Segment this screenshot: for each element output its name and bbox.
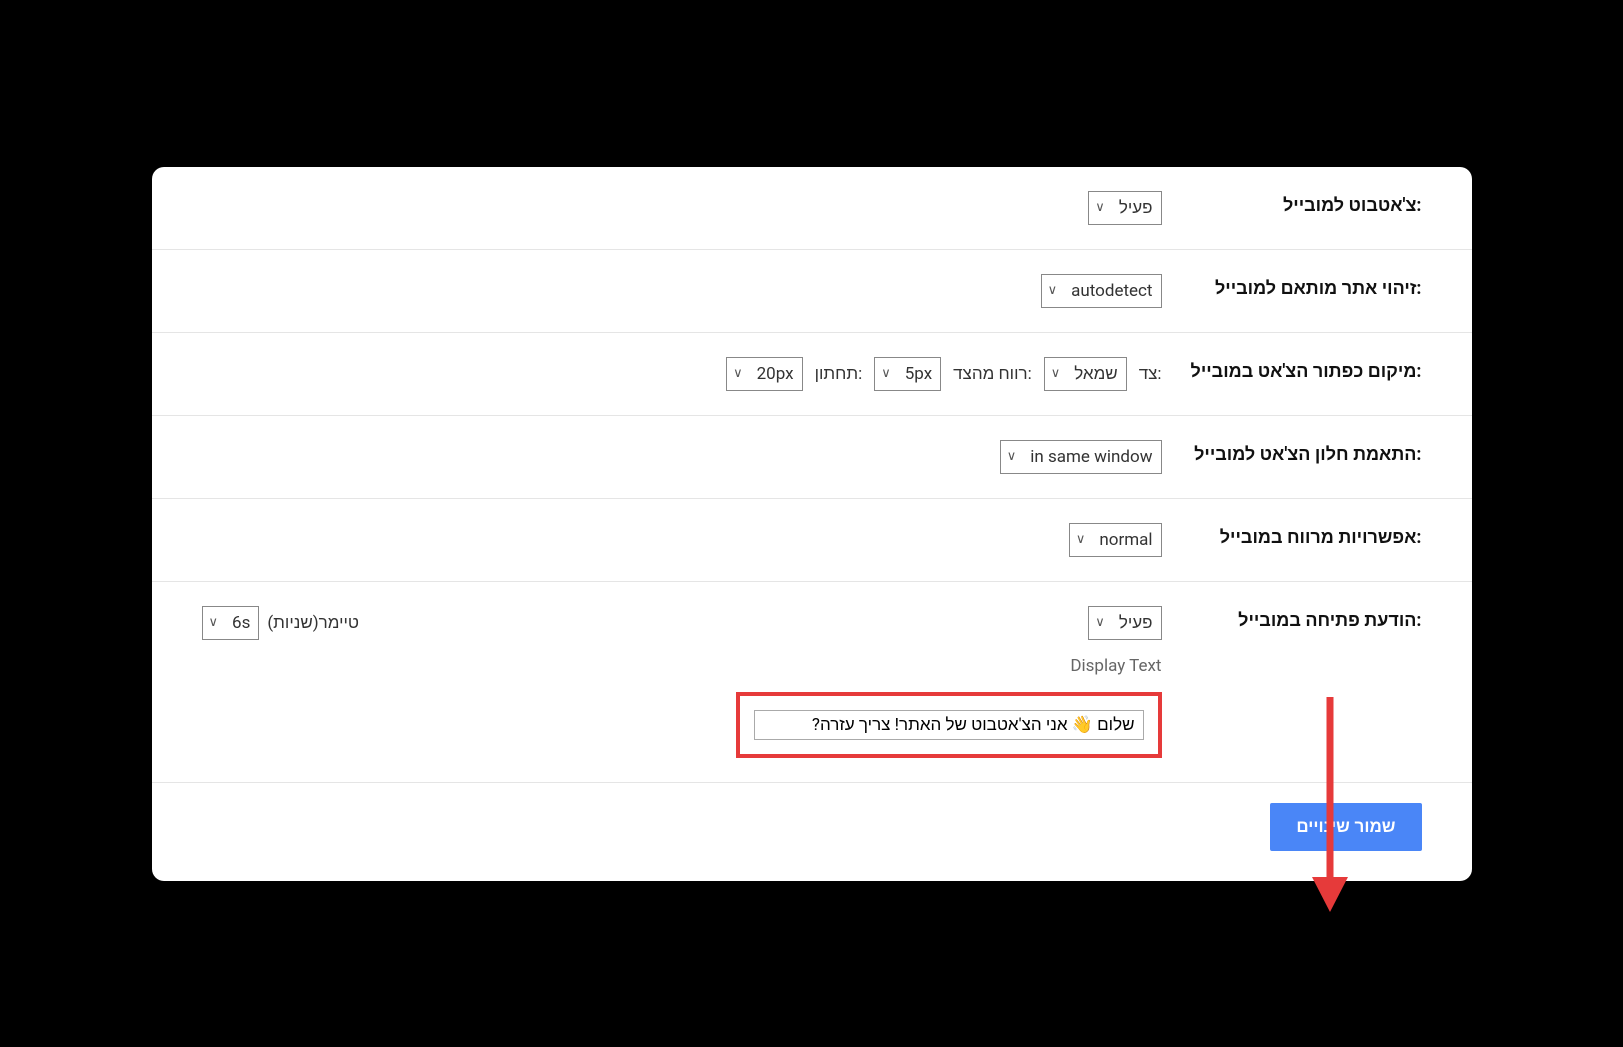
row-mobile-site-detect: זיהוי אתר מותאם למובייל: autodetect ∨ — [152, 250, 1472, 333]
sublabel-timer: טיימר(שניות) — [267, 613, 359, 633]
select-chat-window-fit[interactable]: in same window ∨ — [1000, 440, 1162, 474]
select-chatbot-mobile[interactable]: פעיל ∨ — [1088, 191, 1161, 225]
label-spacing-options: אפשרויות מרווח במובייל: — [1162, 523, 1422, 548]
chevron-down-icon: ∨ — [209, 615, 219, 630]
chevron-down-icon: ∨ — [1051, 366, 1061, 381]
row-opening-message: הודעת פתיחה במובייל: פעיל ∨ טיימר(שניות)… — [152, 582, 1472, 783]
select-bottom[interactable]: 20px ∨ — [726, 357, 802, 391]
label-chat-window-fit: התאמת חלון הצ'אט למובייל: — [1162, 440, 1422, 465]
chevron-down-icon: ∨ — [1076, 532, 1086, 547]
sublabel-side: צד: — [1139, 364, 1162, 384]
row-chatbot-mobile: צ'אטבוט למובייל: פעיל ∨ — [152, 167, 1472, 250]
select-side[interactable]: שמאל ∨ — [1044, 357, 1127, 391]
chevron-down-icon: ∨ — [1048, 283, 1058, 298]
highlight-annotation — [736, 692, 1162, 758]
chevron-down-icon: ∨ — [1095, 615, 1105, 630]
footer: שמור שינויים — [152, 783, 1472, 881]
sublabel-bottom: תחתון: — [815, 364, 863, 384]
select-opening-active[interactable]: פעיל ∨ — [1088, 606, 1161, 640]
chevron-down-icon: ∨ — [881, 366, 891, 381]
sublabel-margin: רווח מהצד: — [953, 364, 1032, 384]
select-timer[interactable]: 6s ∨ — [202, 606, 260, 640]
label-display-text: Display Text — [202, 656, 1162, 676]
row-button-position: מיקום כפתור הצ'אט במובייל: צד: שמאל ∨ רו… — [152, 333, 1472, 416]
chevron-down-icon: ∨ — [733, 366, 743, 381]
select-margin[interactable]: 5px ∨ — [874, 357, 941, 391]
label-chatbot-mobile: צ'אטבוט למובייל: — [1162, 191, 1422, 216]
timer-group: טיימר(שניות) 6s ∨ — [202, 606, 360, 640]
label-opening-message: הודעת פתיחה במובייל: — [1162, 606, 1422, 631]
row-chat-window-fit: התאמת חלון הצ'אט למובייל: in same window… — [152, 416, 1472, 499]
label-mobile-site-detect: זיהוי אתר מותאם למובייל: — [1162, 274, 1422, 299]
row-spacing-options: אפשרויות מרווח במובייל: normal ∨ — [152, 499, 1472, 582]
chevron-down-icon: ∨ — [1007, 449, 1017, 464]
settings-panel: צ'אטבוט למובייל: פעיל ∨ זיהוי אתר מותאם … — [152, 167, 1472, 881]
input-display-text[interactable] — [754, 710, 1144, 740]
chevron-down-icon: ∨ — [1095, 200, 1105, 215]
select-mobile-site-detect[interactable]: autodetect ∨ — [1041, 274, 1162, 308]
save-button[interactable]: שמור שינויים — [1270, 803, 1421, 851]
label-button-position: מיקום כפתור הצ'אט במובייל: — [1162, 357, 1422, 382]
select-spacing-options[interactable]: normal ∨ — [1069, 523, 1162, 557]
